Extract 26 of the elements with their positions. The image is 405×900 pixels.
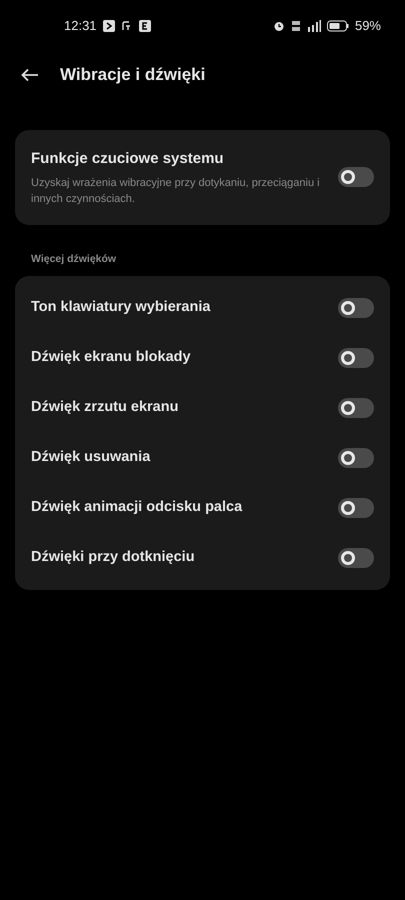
setting-title: Funkcje czuciowe systemu [31,149,225,169]
toggle-switch[interactable] [338,548,374,568]
setting-label: Dźwięk ekranu blokady [31,348,191,368]
status-time: 12:31 [64,17,97,36]
signal-icon [306,20,321,32]
setting-label: Dźwięk animacji odcisku palca [31,498,242,518]
alarm-icon [272,20,285,32]
notification-icon [138,20,151,32]
battery-icon [326,20,349,32]
notification-icon [120,20,133,32]
toggle-switch[interactable] [338,167,374,188]
notification-icon [102,20,115,32]
setting-label: Dźwięk usuwania [31,448,150,468]
setting-label: Ton klawiatury wybierania [31,298,210,318]
toggle-switch[interactable] [338,298,374,318]
section-header: Więcej dźwięków [30,252,118,266]
toggle-switch[interactable] [338,498,374,518]
volte-icon [290,20,301,32]
setting-description: Uzyskaj wrażenia wibracyjne przy dotykaniu, przeciąganiu i innych czynnościach. [31,176,321,206]
battery-percent: 59% [354,17,381,36]
setting-label: Dźwięk zrzutu ekranu [31,398,178,418]
page-title: Wibracje i dźwięki [60,64,206,86]
toggle-switch[interactable] [338,448,374,468]
toggle-switch[interactable] [338,398,374,418]
toggle-switch[interactable] [338,348,374,368]
setting-label: Dźwięki przy dotknięciu [31,548,195,568]
